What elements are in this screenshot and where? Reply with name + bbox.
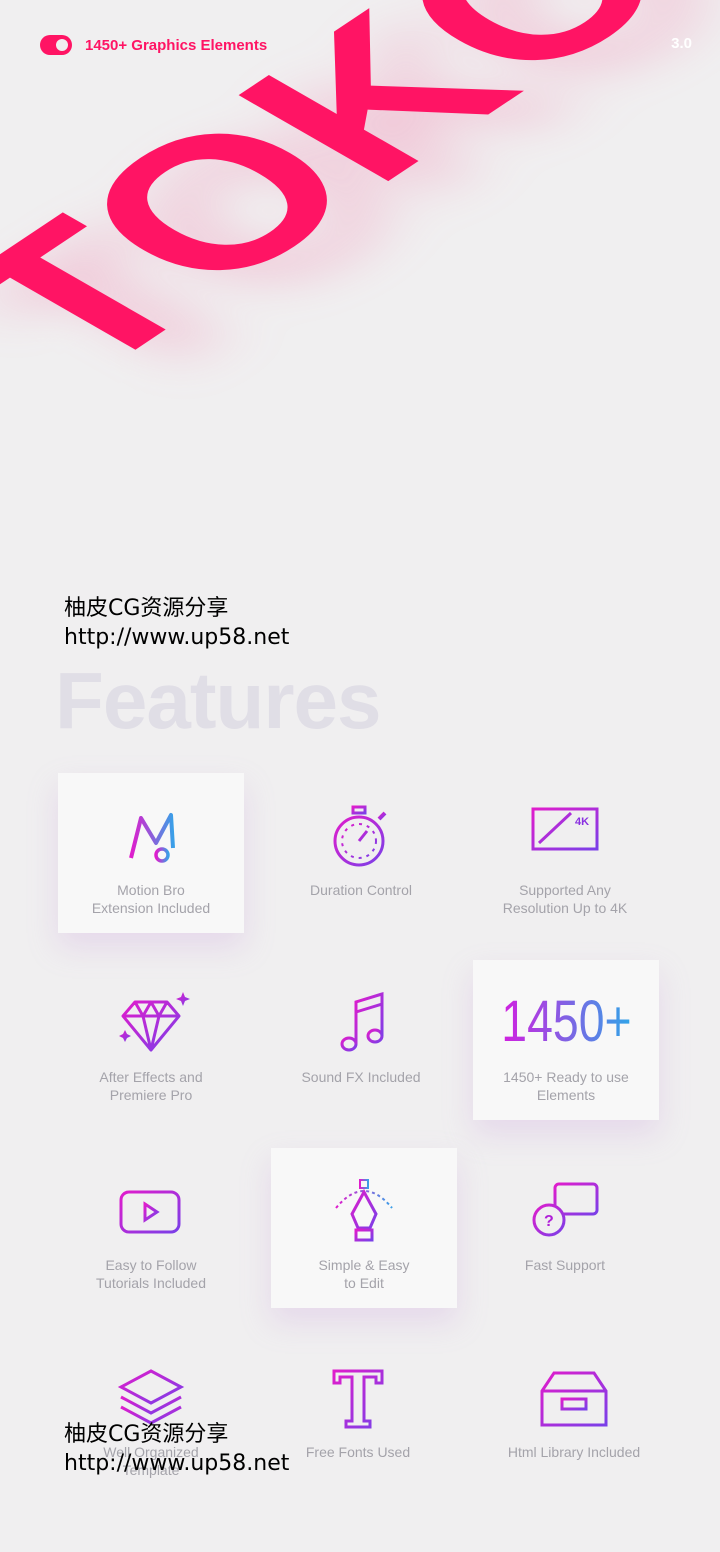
video-play-icon xyxy=(119,1190,181,1234)
feature-item: Free Fonts Used xyxy=(265,1335,451,1495)
hero-banner: TOKO TOKO 1450+ Graphics Elements 3.0 xyxy=(0,0,720,520)
section-title: Features xyxy=(55,656,381,745)
feature-label: Supported Any Resolution Up to 4K xyxy=(503,881,628,917)
feature-label-line: Tutorials Included xyxy=(96,1275,206,1291)
watermark-line1: 柚皮CG资源分享 xyxy=(64,596,229,621)
music-note-icon xyxy=(340,991,384,1052)
feature-item: Duration Control xyxy=(268,773,454,933)
feature-label-line: Duration Control xyxy=(310,882,412,898)
feature-item: Easy to Follow Tutorials Included xyxy=(58,1148,244,1308)
pen-tool-icon xyxy=(335,1179,393,1242)
feature-item: 1450+ 1450+ Ready to use Elements xyxy=(473,960,659,1120)
hero-toko-graphic: TOKO TOKO xyxy=(0,0,720,418)
feature-label-line: Html Library Included xyxy=(507,1444,641,1460)
feature-item: Simple & Easy to Edit xyxy=(271,1148,457,1308)
watermark-bottom: 柚皮CG资源分享 http://www.up58.net xyxy=(64,1420,289,1478)
feature-label-line: After Effects and xyxy=(99,1069,203,1085)
feature-item: After Effects and Premiere Pro xyxy=(58,960,244,1120)
feature-label-line: Free Fonts Used xyxy=(305,1444,411,1460)
archive-box-icon xyxy=(540,1371,608,1427)
feature-item: ? Fast Support xyxy=(472,1148,658,1308)
feature-label: Motion Bro Extension Included xyxy=(92,881,210,917)
feature-item: Sound FX Included xyxy=(268,960,454,1120)
chat-support-icon: ? xyxy=(532,1182,599,1237)
hero-text: TOKO xyxy=(0,0,720,409)
stopwatch-icon xyxy=(333,805,387,867)
font-icon xyxy=(332,1369,384,1429)
feature-label: Fast Support xyxy=(525,1256,605,1274)
feature-label: Duration Control xyxy=(310,881,412,899)
count-graphic: 1450+ xyxy=(500,989,632,1054)
motion-bro-icon xyxy=(129,813,175,863)
feature-label-line: Premiere Pro xyxy=(109,1087,193,1103)
svg-text:4K: 4K xyxy=(575,816,589,828)
feature-label-line: Elements xyxy=(536,1087,596,1103)
watermark-line2: http://www.up58.net xyxy=(64,625,290,650)
feature-label-line: 1450+ Ready to use xyxy=(503,1069,629,1085)
feature-item: 4K Supported Any Resolution Up to 4K xyxy=(472,773,658,933)
feature-label-line: Easy to Follow xyxy=(105,1257,197,1273)
feature-label-line: Resolution Up to 4K xyxy=(502,900,628,916)
version-label: 3.0 xyxy=(671,35,692,52)
tagline: 1450+ Graphics Elements xyxy=(85,36,268,54)
feature-label: Free Fonts Used xyxy=(306,1443,410,1461)
watermark-top: 柚皮CG资源分享 http://www.up58.net xyxy=(64,594,289,652)
watermark-line2: http://www.up58.net xyxy=(64,1451,290,1476)
top-bar: 1450+ Graphics Elements xyxy=(40,35,267,55)
feature-label: Sound FX Included xyxy=(301,1068,420,1086)
feature-label: Easy to Follow Tutorials Included xyxy=(96,1256,206,1292)
feature-label: After Effects and Premiere Pro xyxy=(99,1068,202,1104)
svg-text:?: ? xyxy=(544,1213,554,1230)
feature-label-line: Supported Any xyxy=(519,882,611,898)
toggle-icon[interactable] xyxy=(40,35,72,55)
feature-label-line: Fast Support xyxy=(524,1257,606,1273)
feature-label: Simple & Easy to Edit xyxy=(318,1256,409,1292)
feature-label-line: Sound FX Included xyxy=(301,1069,421,1085)
feature-item: Html Library Included xyxy=(481,1335,667,1495)
feature-label-line: Motion Bro xyxy=(117,882,185,898)
feature-label-line: to Edit xyxy=(344,1275,384,1291)
feature-label-line: Extension Included xyxy=(91,900,211,916)
feature-label: Html Library Included xyxy=(508,1443,640,1461)
feature-label-line: Simple & Easy xyxy=(318,1257,410,1273)
watermark-line1: 柚皮CG资源分享 xyxy=(64,1422,229,1447)
monitor-4k-icon: 4K xyxy=(531,807,599,861)
feature-label: 1450+ Ready to use Elements xyxy=(503,1068,629,1104)
feature-item: Motion Bro Extension Included xyxy=(58,773,244,933)
diamond-icon xyxy=(119,992,190,1052)
